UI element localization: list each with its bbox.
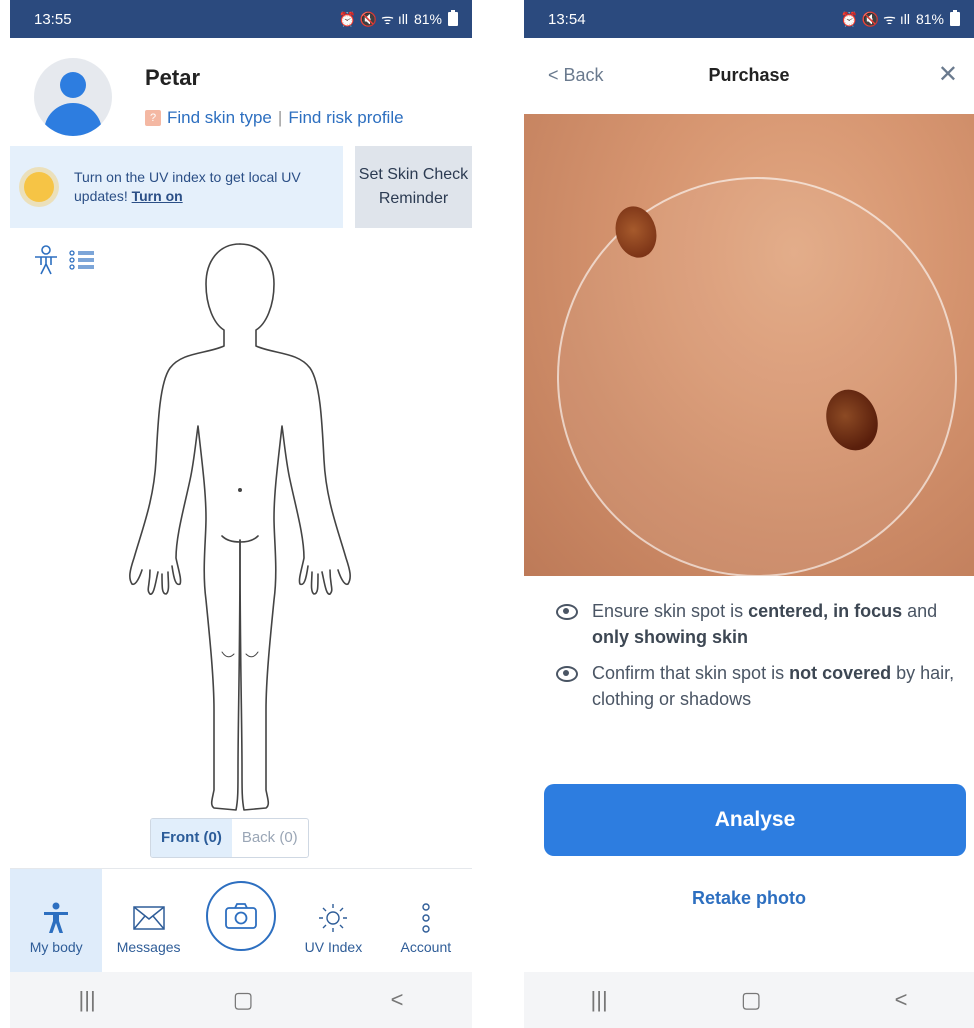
set-reminder-button[interactable]: Set Skin Check Reminder	[355, 146, 472, 228]
recents-icon[interactable]: |||	[591, 987, 608, 1013]
profile-header: Petar ? Find skin type | Find risk profi…	[10, 38, 472, 146]
front-segment[interactable]: Front (0)	[151, 819, 232, 857]
analyse-button[interactable]: Analyse	[544, 784, 966, 856]
list-view-icon[interactable]	[68, 245, 96, 275]
battery-text: 81%	[915, 11, 944, 27]
tab-messages-label: Messages	[116, 939, 181, 955]
camera-icon	[225, 903, 257, 929]
battery-icon	[950, 10, 960, 26]
home-icon[interactable]: ▢	[233, 987, 254, 1013]
tab-my-body[interactable]: My body	[10, 869, 103, 973]
question-icon: ?	[145, 110, 161, 126]
uv-banner-text: Turn on the UV index to get local UV upd…	[74, 169, 301, 204]
body-view-icon[interactable]	[32, 245, 60, 275]
body-map[interactable]	[110, 240, 370, 820]
back-icon[interactable]: <	[391, 987, 404, 1013]
phone-my-body: 13:55 ⏰ 🔇 ᯤ ıll 81% Petar ? Find skin ty…	[10, 0, 472, 1028]
status-bar: 13:54 ⏰ 🔇 ᯤ ıll 81%	[524, 0, 974, 38]
status-bar: 13:55 ⏰ 🔇 ᯤ ıll 81%	[10, 0, 472, 38]
person-icon	[44, 902, 69, 933]
tab-camera[interactable]	[195, 869, 287, 973]
system-nav-bar: ||| ▢ <	[10, 972, 472, 1028]
tab-uv-index-label: UV Index	[304, 939, 363, 955]
tip-item: Ensure skin spot is centered, in focus a…	[556, 598, 956, 650]
sun-icon	[24, 172, 54, 202]
eye-icon	[556, 604, 578, 620]
bottom-tab-bar: My body Messages UV Index Account	[10, 868, 472, 973]
status-time: 13:54	[548, 10, 586, 28]
battery-text: 81%	[413, 11, 442, 27]
retake-photo-link[interactable]: Retake photo	[524, 888, 974, 909]
find-risk-profile-link[interactable]: Find risk profile	[288, 108, 403, 128]
envelope-icon	[132, 906, 165, 930]
uv-banner: Turn on the UV index to get local UV upd…	[10, 146, 343, 228]
recents-icon[interactable]: |||	[79, 987, 96, 1013]
link-separator: |	[277, 108, 283, 127]
nav-header: < Back Purchase ✕	[524, 38, 974, 114]
back-segment[interactable]: Back (0)	[232, 819, 308, 857]
body-side-toggle: Front (0) Back (0)	[150, 818, 309, 858]
page-title: Purchase	[708, 65, 790, 85]
signal-icons: ⏰ 🔇 ᯤ ıll	[840, 10, 910, 27]
phone-purchase: 13:54 ⏰ 🔇 ᯤ ıll 81% < Back Purchase ✕ En…	[524, 0, 974, 1028]
system-nav-bar: ||| ▢ <	[524, 972, 974, 1028]
skin-photo	[524, 114, 974, 576]
battery-icon	[448, 10, 458, 26]
tab-messages[interactable]: Messages	[102, 869, 194, 973]
tab-my-body-label: My body	[29, 939, 83, 955]
sun-icon	[319, 904, 348, 932]
find-skin-type-link[interactable]: Find skin type	[167, 108, 272, 128]
signal-icons: ⏰ 🔇 ᯤ ıll	[338, 10, 408, 27]
camera-button[interactable]	[206, 881, 277, 951]
tab-account-label: Account	[400, 939, 452, 955]
tab-account[interactable]: Account	[380, 869, 472, 973]
close-icon[interactable]: ✕	[938, 60, 958, 89]
home-icon[interactable]: ▢	[741, 987, 762, 1013]
eye-icon	[556, 666, 578, 682]
tab-uv-index[interactable]: UV Index	[287, 869, 379, 973]
turn-on-link[interactable]: Turn on	[132, 188, 183, 204]
tip-item: Confirm that skin spot is not covered by…	[556, 660, 956, 712]
profile-name: Petar	[145, 65, 201, 90]
dots-vertical-icon	[422, 903, 430, 933]
status-time: 13:55	[34, 10, 72, 28]
photo-tips: Ensure skin spot is centered, in focus a…	[556, 598, 956, 722]
back-icon[interactable]: <	[895, 987, 908, 1013]
avatar[interactable]	[34, 58, 112, 136]
